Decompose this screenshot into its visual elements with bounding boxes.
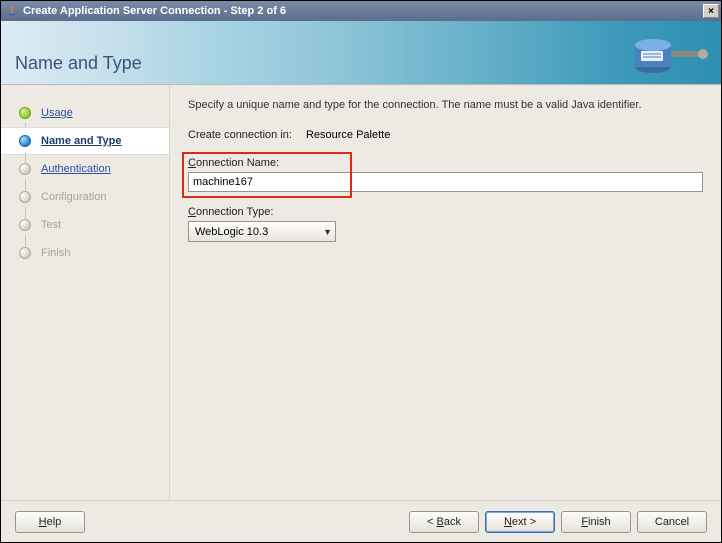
cancel-button[interactable]: Cancel [637,511,707,533]
wizard-body: Usage Name and Type Authentication Configur… [1,85,721,500]
create-in-label: Create connection in: [188,129,292,141]
wizard-steps-sidebar: Usage Name and Type Authentication Configur… [1,85,169,500]
wizard-step-configuration: Configuration [1,183,169,211]
step-bullet-icon [19,247,31,259]
wizard-step-finish: Finish [1,239,169,267]
back-button[interactable]: < Back [409,511,479,533]
step-bullet-icon [19,135,31,147]
connection-name-label: Connection Name: [188,157,703,169]
step-bullet-icon [19,107,31,119]
close-button[interactable]: × [703,4,719,18]
wizard-header: Name and Type [1,21,721,85]
create-in-value: Resource Palette [306,129,390,141]
step-label: Test [41,219,61,231]
help-button[interactable]: Help [15,511,85,533]
java-icon [5,4,19,18]
finish-button[interactable]: Finish [561,511,631,533]
wizard-step-authentication[interactable]: Authentication [1,155,169,183]
wizard-step-name-and-type: Name and Type [1,127,169,155]
wizard-header-title: Name and Type [15,53,142,74]
window-title: Create Application Server Connection - S… [23,5,703,17]
wizard-content: Specify a unique name and type for the c… [169,85,721,500]
step-label: Finish [41,247,70,259]
step-bullet-icon [19,219,31,231]
step-label: Authentication [41,163,111,175]
step-label: Configuration [41,191,106,203]
server-graphic-icon [621,27,711,79]
title-bar: Create Application Server Connection - S… [1,1,721,21]
connection-name-input[interactable] [188,172,703,192]
create-in-row: Create connection in: Resource Palette [188,129,703,141]
wizard-step-test: Test [1,211,169,239]
wizard-step-usage[interactable]: Usage [1,99,169,127]
step-bullet-icon [19,163,31,175]
step-label: Usage [41,107,73,119]
step-bullet-icon [19,191,31,203]
connection-type-select[interactable] [188,221,336,242]
connection-type-label: Connection Type: [188,206,703,218]
next-button[interactable]: Next > [485,511,555,533]
instruction-text: Specify a unique name and type for the c… [188,99,703,111]
connection-name-group: Connection Name: [188,157,703,192]
connection-type-group: Connection Type: ▼ [188,206,703,242]
wizard-button-bar: Help < Back Next > Finish Cancel [1,500,721,542]
step-label: Name and Type [41,135,122,147]
